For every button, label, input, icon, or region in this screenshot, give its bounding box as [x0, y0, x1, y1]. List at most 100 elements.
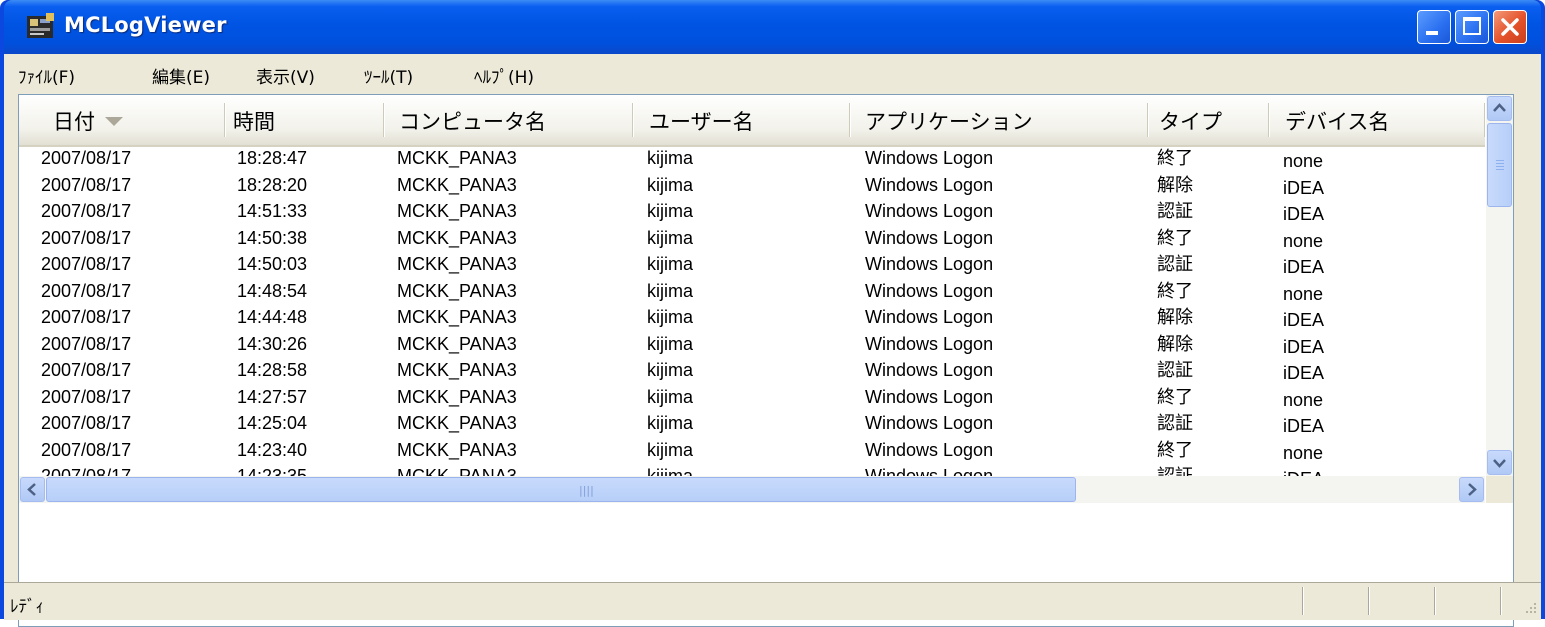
- table-row[interactable]: 2007/08/17 14:27:57 MCKK_PANA3 kijima Window…: [19, 385, 1485, 411]
- cell-device: none: [1283, 442, 1324, 463]
- cell-time: 14:51:33: [237, 201, 308, 221]
- column-header-user[interactable]: ユーザー名: [649, 106, 754, 136]
- column-divider[interactable]: [632, 103, 634, 137]
- horizontal-scrollbar[interactable]: ||||: [19, 476, 1485, 503]
- cell-computer: MCKK_PANA3: [397, 307, 517, 327]
- column-divider[interactable]: [1147, 103, 1149, 137]
- menu-tools[interactable]: ﾂｰﾙ(T): [364, 63, 413, 88]
- maximize-button[interactable]: [1455, 10, 1489, 44]
- cell-type: 終了: [1157, 386, 1193, 407]
- horizontal-scroll-thumb[interactable]: ||||: [46, 477, 1076, 502]
- table-row[interactable]: 2007/08/17 14:44:48 MCKK_PANA3 kijima Window…: [19, 305, 1485, 331]
- cell-device: none: [1283, 230, 1324, 251]
- table-row[interactable]: 2007/08/17 14:23:40 MCKK_PANA3 kijima Window…: [19, 438, 1485, 464]
- column-header-device[interactable]: デバイス名: [1285, 106, 1389, 136]
- cell-computer: MCKK_PANA3: [397, 386, 517, 407]
- cell-computer: MCKK_PANA3: [397, 360, 517, 380]
- cell-device: none: [1283, 283, 1324, 304]
- cell-time: 14:44:48: [237, 307, 308, 327]
- cell-computer: MCKK_PANA3: [397, 333, 517, 354]
- list-header: 日付 時間 コンピュータ名 ユーザー名 アプリケーション タイプ デバイス名: [19, 95, 1486, 147]
- chevron-left-icon: [27, 483, 36, 496]
- column-header-time[interactable]: 時間: [233, 106, 275, 136]
- cell-date: 2007/08/17: [41, 148, 132, 168]
- cell-device: iDEA: [1283, 363, 1325, 383]
- table-row[interactable]: 2007/08/17 14:28:58 MCKK_PANA3 kijima Window…: [19, 358, 1485, 384]
- table-row[interactable]: 2007/08/17 14:23:35 MCKK_PANA3 kijima Window…: [19, 464, 1485, 476]
- cell-date: 2007/08/17: [41, 201, 132, 221]
- table-row[interactable]: 2007/08/17 14:25:04 MCKK_PANA3 kijima Window…: [19, 411, 1485, 437]
- cell-type: 認証: [1157, 413, 1193, 433]
- table-row[interactable]: 2007/08/17 14:50:38 MCKK_PANA3 kijima Window…: [19, 226, 1485, 252]
- cell-date: 2007/08/17: [41, 174, 132, 195]
- cell-time: 14:23:35: [237, 466, 308, 476]
- cell-date: 2007/08/17: [41, 466, 132, 476]
- cell-device: iDEA: [1283, 177, 1325, 198]
- table-row[interactable]: 2007/08/17 18:28:47 MCKK_PANA3 kijima Window…: [19, 146, 1485, 172]
- cell-date: 2007/08/17: [41, 227, 132, 248]
- cell-type: 認証: [1157, 466, 1193, 476]
- cell-time: 18:28:20: [237, 174, 308, 195]
- cell-type: 終了: [1157, 439, 1193, 460]
- cell-user: kijima: [647, 333, 694, 354]
- minimize-icon: [1426, 31, 1438, 35]
- resize-grip-icon[interactable]: [1522, 601, 1538, 617]
- cell-type: 終了: [1157, 148, 1193, 168]
- cell-user: kijima: [647, 227, 694, 248]
- status-bar: ﾚﾃﾞｨ: [4, 582, 1541, 620]
- cell-user: kijima: [647, 439, 694, 460]
- cell-date: 2007/08/17: [41, 333, 132, 354]
- column-divider[interactable]: [383, 103, 385, 137]
- table-row[interactable]: 2007/08/17 14:51:33 MCKK_PANA3 kijima Window…: [19, 199, 1485, 225]
- cell-time: 18:28:47: [237, 148, 308, 168]
- scroll-right-button[interactable]: [1459, 477, 1484, 502]
- vertical-scroll-thumb[interactable]: [1487, 123, 1512, 207]
- cell-time: 14:30:26: [237, 333, 308, 354]
- minimize-button[interactable]: [1417, 10, 1451, 44]
- cell-date: 2007/08/17: [41, 386, 132, 407]
- column-divider[interactable]: [224, 103, 226, 137]
- column-divider[interactable]: [1268, 103, 1270, 137]
- table-row[interactable]: 2007/08/17 14:48:54 MCKK_PANA3 kijima Window…: [19, 279, 1485, 305]
- column-header-type[interactable]: タイプ: [1159, 106, 1222, 136]
- cell-user: kijima: [647, 307, 694, 327]
- column-divider[interactable]: [849, 103, 851, 137]
- scroll-up-button[interactable]: [1487, 96, 1512, 121]
- app-window: MCLogViewer ﾌｧｲﾙ(F) 編集(E) 表示(V) ﾂｰﾙ(T) ﾍ…: [0, 0, 1545, 627]
- cell-device: iDEA: [1283, 467, 1324, 476]
- app-icon: [27, 13, 54, 38]
- menu-view[interactable]: 表示(V): [256, 63, 315, 88]
- cell-date: 2007/08/17: [41, 254, 132, 274]
- menu-help[interactable]: ﾍﾙﾌﾟ(H): [474, 63, 534, 88]
- cell-type: 認証: [1157, 360, 1193, 380]
- column-header-computer[interactable]: コンピュータ名: [399, 106, 546, 136]
- cell-user: kijima: [647, 360, 694, 380]
- title-bar[interactable]: MCLogViewer: [4, 0, 1541, 54]
- menu-file[interactable]: ﾌｧｲﾙ(F): [18, 63, 75, 88]
- table-row[interactable]: 2007/08/17 14:50:03 MCKK_PANA3 kijima Window…: [19, 252, 1485, 278]
- cell-computer: MCKK_PANA3: [397, 227, 517, 248]
- cell-time: 14:23:40: [237, 439, 308, 460]
- cell-application: Windows Logon: [865, 413, 994, 433]
- menu-edit[interactable]: 編集(E): [152, 63, 210, 88]
- column-header-application[interactable]: アプリケーション: [865, 106, 1033, 136]
- cell-user: kijima: [647, 466, 694, 476]
- scroll-down-button[interactable]: [1487, 450, 1512, 475]
- log-list-view[interactable]: 日付 時間 コンピュータ名 ユーザー名 アプリケーション タイプ デバイス名 2…: [18, 94, 1514, 627]
- close-icon: [1501, 18, 1519, 36]
- sort-descending-icon: [105, 117, 123, 126]
- cell-application: Windows Logon: [865, 227, 994, 248]
- column-header-date[interactable]: 日付: [53, 106, 95, 136]
- cell-type: 解除: [1157, 174, 1193, 195]
- chevron-right-icon: [1468, 483, 1477, 496]
- table-row[interactable]: 2007/08/17 18:28:20 MCKK_PANA3 kijima Window…: [19, 173, 1485, 199]
- scroll-left-button[interactable]: [20, 477, 45, 502]
- table-row[interactable]: 2007/08/17 14:30:26 MCKK_PANA3 kijima Window…: [19, 332, 1485, 358]
- vertical-scrollbar[interactable]: [1486, 95, 1513, 503]
- cell-computer: MCKK_PANA3: [397, 201, 517, 221]
- cell-device: none: [1283, 151, 1324, 171]
- cell-type: 解除: [1157, 307, 1193, 327]
- cell-application: Windows Logon: [865, 466, 994, 476]
- close-button[interactable]: [1493, 10, 1527, 44]
- cell-application: Windows Logon: [865, 333, 994, 354]
